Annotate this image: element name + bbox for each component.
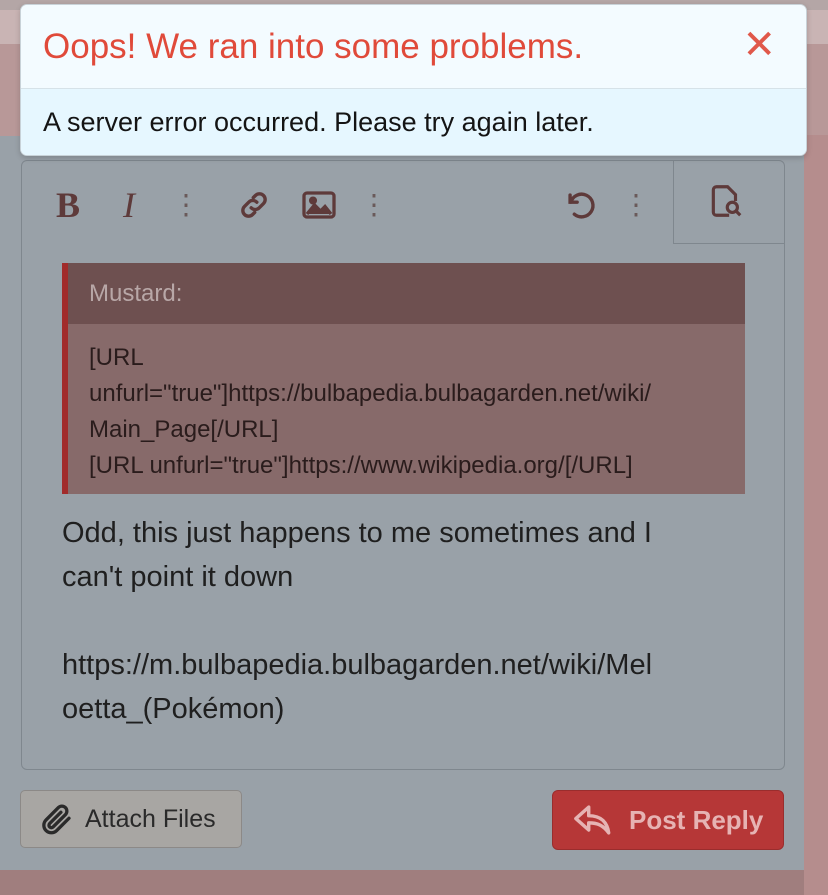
preview-button[interactable] [706,179,746,223]
paperclip-icon [42,804,71,835]
message-line: can't point it down [62,561,294,593]
message-editor[interactable]: B I ⋮ ⋮ ⋮ Mustard: [URL unfurl="true"]ht… [21,160,785,770]
quote-author: Mustard: [68,263,745,324]
link-icon [241,192,267,218]
italic-button[interactable]: I [116,183,142,227]
insert-image-button[interactable] [300,183,338,227]
alert-header: Oops! We ran into some problems. ✕ [21,5,806,89]
insert-link-button[interactable] [236,183,272,227]
message-line: oetta_(Pokémon) [62,693,285,725]
quote-line: Main_Page[/URL] [89,416,279,443]
post-reply-label: Post Reply [629,804,764,835]
editor-toolbar: B I ⋮ ⋮ ⋮ [22,161,784,244]
bold-button[interactable]: B [52,183,84,227]
quote-line: [URL unfurl="true"]https://www.wikipedia… [89,452,633,479]
quote-line: [URL [89,344,144,371]
error-alert: Oops! We ran into some problems. ✕ A ser… [20,4,807,156]
italic-icon: I [123,185,135,225]
more-options-icon: ⋮ [360,189,388,220]
message-text[interactable]: Odd, this just happens to me sometimes a… [62,511,742,731]
close-icon[interactable]: ✕ [742,23,776,67]
more-options-icon: ⋮ [172,189,200,220]
more-options-button[interactable]: ⋮ [622,183,650,227]
bold-icon: B [55,185,80,225]
image-icon [302,191,336,219]
quote-block: Mustard: [URL unfurl="true"]https://bulb… [62,263,745,494]
message-line: https://m.bulbapedia.bulbagarden.net/wik… [62,649,653,681]
attach-files-label: Attach Files [85,804,216,833]
more-insert-options-button[interactable]: ⋮ [360,183,388,227]
alert-title: Oops! We ran into some problems. [43,27,584,66]
preview-toggle[interactable] [673,161,784,244]
reply-icon [574,805,611,835]
preview-icon [711,185,742,217]
undo-button[interactable] [562,183,598,227]
attach-files-button[interactable]: Attach Files [20,790,242,848]
post-reply-button[interactable]: Post Reply [552,790,784,850]
message-line: Odd, this just happens to me sometimes a… [62,517,652,549]
quote-line: unfurl="true"]https://bulbapedia.bulbaga… [89,380,652,407]
quote-content: [URL unfurl="true"]https://bulbapedia.bu… [68,324,745,484]
undo-icon [568,192,595,219]
background-edge [804,135,828,895]
more-text-options-button[interactable]: ⋮ [172,183,200,227]
alert-message: A server error occurred. Please try agai… [21,89,806,155]
more-options-icon: ⋮ [622,189,650,220]
